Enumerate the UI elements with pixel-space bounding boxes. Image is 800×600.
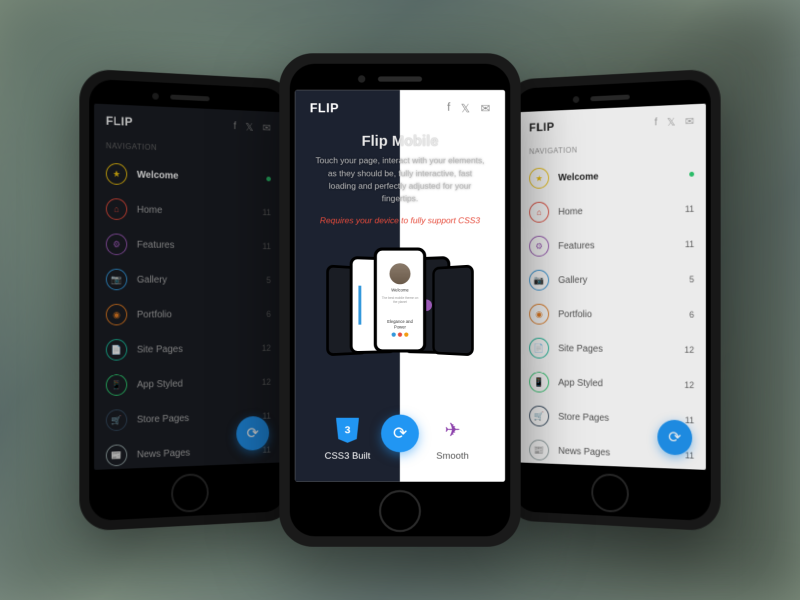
nav-item-home[interactable]: ⌂Home11 xyxy=(518,191,706,230)
star-icon: ★ xyxy=(106,163,127,185)
phone-center-promo: FLIP f 𝕏 ✉ Flip Mobile Touch your page, … xyxy=(279,53,521,547)
facebook-icon[interactable]: f xyxy=(654,116,657,129)
hero-indicator-dots xyxy=(392,333,409,337)
stage: FLIP f 𝕏 ✉ NAVIGATION ★Welcome ⌂Home11 ⚙… xyxy=(0,0,800,600)
nav-item-home[interactable]: ⌂Home11 xyxy=(94,191,282,230)
nav-item-sitepages[interactable]: 📄Site Pages12 xyxy=(94,331,282,368)
home-button[interactable] xyxy=(379,490,421,532)
camera-icon: 📷 xyxy=(106,269,127,291)
image-icon: ◉ xyxy=(106,304,127,326)
mail-icon[interactable]: ✉ xyxy=(481,101,491,115)
mail-icon[interactable]: ✉ xyxy=(685,114,694,127)
camera-icon: 📷 xyxy=(529,270,549,291)
star-icon: ★ xyxy=(529,168,549,189)
nav-item-sitepages[interactable]: 📄Site Pages12 xyxy=(518,331,706,368)
social-icons: f 𝕏 ✉ xyxy=(233,120,270,134)
file-icon: 📄 xyxy=(106,339,127,361)
phone-right-light: FLIP f 𝕏 ✉ NAVIGATION ★Welcome ⌂Home11 ⚙… xyxy=(505,68,721,531)
nav-item-portfolio[interactable]: ◉Portfolio6 xyxy=(518,297,706,332)
facebook-icon[interactable]: f xyxy=(233,120,236,132)
hero-card-subtitle: Elegance and Power xyxy=(381,319,419,330)
light-menu-screen: FLIP f 𝕏 ✉ NAVIGATION ★Welcome ⌂Home11 ⚙… xyxy=(518,104,706,470)
page-description: Touch your page, interact with your elem… xyxy=(295,149,505,212)
cart-icon: 🛒 xyxy=(529,405,549,426)
phone-icon: 📱 xyxy=(529,372,549,393)
sync-icon: ⟳ xyxy=(393,423,407,444)
social-icons: f 𝕏 ✉ xyxy=(447,101,490,115)
phone-left-dark: FLIP f 𝕏 ✉ NAVIGATION ★Welcome ⌂Home11 ⚙… xyxy=(79,68,295,531)
gear-icon: ⚙ xyxy=(106,233,127,255)
twitter-icon[interactable]: 𝕏 xyxy=(667,115,676,128)
home-button[interactable] xyxy=(591,473,628,513)
dark-menu-screen: FLIP f 𝕏 ✉ NAVIGATION ★Welcome ⌂Home11 ⚙… xyxy=(94,104,282,470)
home-icon: ⌂ xyxy=(529,202,549,223)
avatar xyxy=(390,263,411,284)
news-icon: 📰 xyxy=(529,439,549,460)
css3-icon: 3 xyxy=(336,418,359,443)
image-icon: ◉ xyxy=(529,304,549,325)
active-dot xyxy=(689,171,694,176)
hero-image: Welcome The best mobile theme on the pla… xyxy=(295,225,505,406)
sync-icon: ⟳ xyxy=(247,424,259,443)
news-icon: 📰 xyxy=(106,444,127,466)
home-button[interactable] xyxy=(171,473,208,513)
promo-screen: FLIP f 𝕏 ✉ Flip Mobile Touch your page, … xyxy=(295,90,505,482)
fab-sync-button[interactable]: ⟳ xyxy=(381,414,419,452)
brand-logo: FLIP xyxy=(310,101,339,116)
nav-item-appstyled[interactable]: 📱App Styled12 xyxy=(518,365,706,403)
nav-item-gallery[interactable]: 📷Gallery5 xyxy=(94,262,282,297)
page-title: Flip Mobile xyxy=(362,132,439,149)
gear-icon: ⚙ xyxy=(529,236,549,257)
nav-item-welcome[interactable]: ★Welcome xyxy=(518,156,706,196)
sync-icon: ⟳ xyxy=(668,428,681,448)
phone-icon: 📱 xyxy=(106,374,127,396)
file-icon: 📄 xyxy=(529,338,549,359)
cart-icon: 🛒 xyxy=(106,409,127,431)
active-dot xyxy=(266,176,271,181)
twitter-icon[interactable]: 𝕏 xyxy=(461,101,470,115)
nav-item-appstyled[interactable]: 📱App Styled12 xyxy=(94,365,282,403)
nav-item-gallery[interactable]: 📷Gallery5 xyxy=(518,262,706,297)
nav-item-welcome[interactable]: ★Welcome xyxy=(94,156,282,196)
facebook-icon[interactable]: f xyxy=(447,101,450,115)
nav-item-features[interactable]: ⚙Features11 xyxy=(518,226,706,263)
rocket-icon: ✈ xyxy=(445,419,461,441)
social-icons: f 𝕏 ✉ xyxy=(654,114,694,128)
home-icon: ⌂ xyxy=(106,198,127,220)
requirement-text: Requires your device to fully support CS… xyxy=(320,216,480,225)
mail-icon[interactable]: ✉ xyxy=(263,121,271,134)
brand-logo: FLIP xyxy=(106,114,133,129)
nav-item-portfolio[interactable]: ◉Portfolio6 xyxy=(94,297,282,332)
fab-sync-button[interactable]: ⟳ xyxy=(657,419,692,455)
twitter-icon[interactable]: 𝕏 xyxy=(245,120,253,133)
nav-item-features[interactable]: ⚙Features11 xyxy=(94,226,282,263)
brand-logo: FLIP xyxy=(529,120,554,134)
hero-card-title: Welcome xyxy=(391,287,408,292)
